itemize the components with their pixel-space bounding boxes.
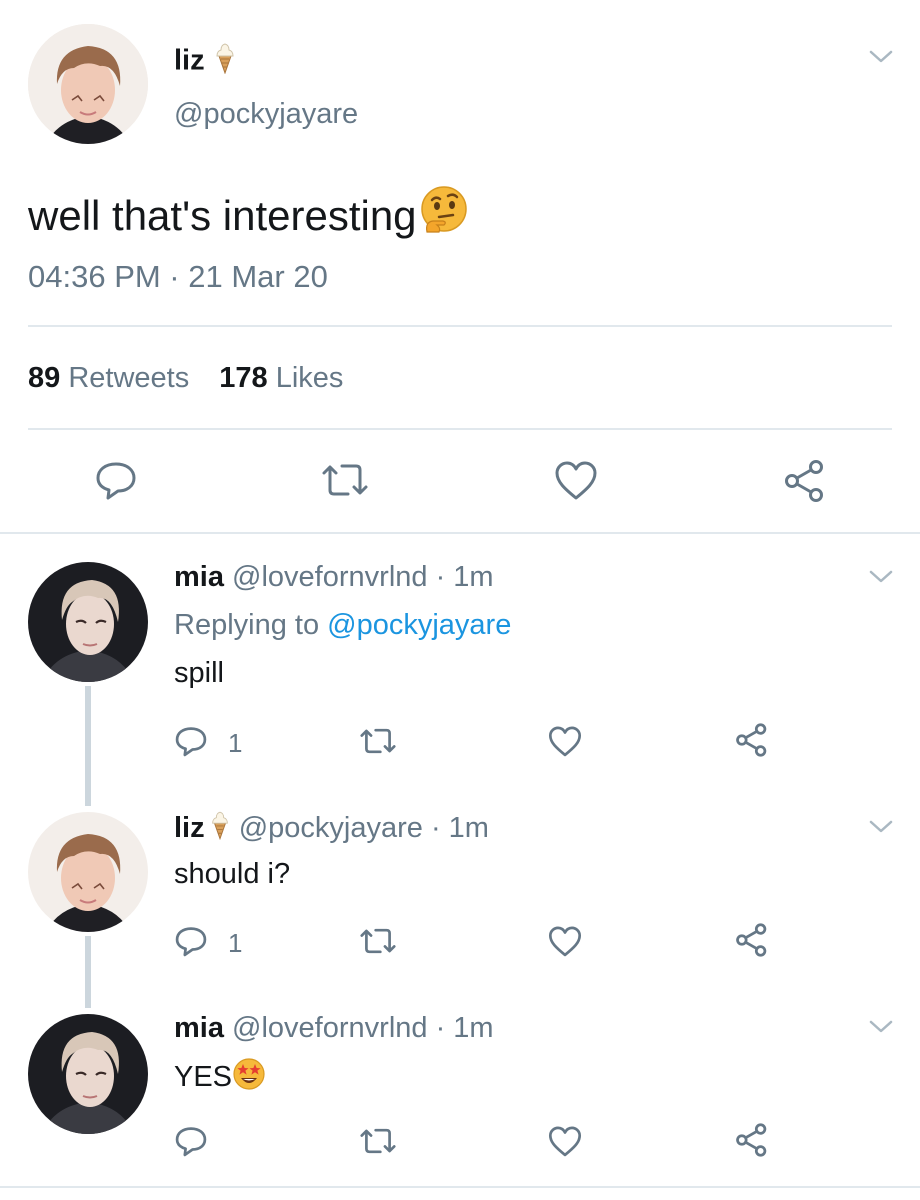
avatar-mia[interactable]	[28, 1014, 148, 1134]
share-icon[interactable]	[734, 1122, 770, 1158]
handle[interactable]: @pockyjayare	[239, 812, 423, 844]
star-struck-emoji	[232, 1057, 266, 1100]
share-icon[interactable]	[782, 458, 828, 504]
handle[interactable]: @lovefornvrlnd	[232, 561, 427, 593]
retweets-stat[interactable]: 89 Retweets	[28, 362, 197, 394]
replying-prefix: Replying to	[174, 609, 320, 641]
reply-text: should i?	[174, 858, 291, 890]
retweet-icon[interactable]	[318, 458, 372, 502]
tweet-text: well that's interesting	[28, 184, 471, 250]
ice-cream-icon	[209, 810, 231, 849]
retweets-label: Retweets	[68, 362, 190, 394]
likes-label: Likes	[275, 362, 344, 394]
divider	[0, 1186, 920, 1188]
reply-icon[interactable]	[94, 458, 138, 502]
divider	[0, 532, 920, 534]
handle[interactable]: @pockyjayare	[174, 96, 358, 132]
reply-icon[interactable]	[174, 924, 208, 958]
likes-stat[interactable]: 178 Likes	[219, 362, 343, 394]
reply-count: 1	[228, 728, 243, 758]
likes-count: 178	[219, 362, 268, 394]
retweet-icon[interactable]	[357, 724, 399, 758]
tweet-text-content: well that's interesting	[28, 192, 417, 239]
like-heart-icon[interactable]	[547, 724, 583, 758]
ice-cream-icon	[213, 42, 237, 82]
like-heart-icon[interactable]	[547, 924, 583, 958]
avatar-liz[interactable]	[28, 24, 148, 144]
chevron-down-icon[interactable]	[868, 568, 894, 586]
reply-header: liz @pockyjayare · 1m	[174, 810, 489, 849]
display-name[interactable]: liz	[174, 812, 205, 844]
share-icon[interactable]	[734, 922, 770, 958]
display-name[interactable]: mia	[174, 1012, 224, 1044]
reply-header: mia @lovefornvrlnd · 1m	[174, 559, 494, 595]
avatar-liz[interactable]	[28, 812, 148, 932]
display-name-text: liz	[174, 44, 205, 77]
reply-text: YES	[174, 1057, 266, 1100]
like-heart-icon[interactable]	[547, 1124, 583, 1158]
display-name[interactable]: liz	[174, 42, 237, 82]
thread-line	[85, 936, 91, 1008]
thinking-face-emoji	[417, 184, 471, 250]
reply-text: spill	[174, 657, 224, 689]
divider	[28, 325, 892, 327]
time: · 1m	[430, 812, 489, 845]
time: · 1m	[435, 1012, 494, 1044]
retweets-count: 89	[28, 362, 61, 394]
retweet-icon[interactable]	[357, 1124, 399, 1158]
display-name[interactable]: mia	[174, 561, 224, 593]
reply-icon[interactable]	[174, 1124, 208, 1158]
retweet-icon[interactable]	[357, 924, 399, 958]
reply-count: 1	[228, 928, 243, 958]
engagement-stats: 89 Retweets 178 Likes	[28, 360, 343, 396]
chevron-down-icon[interactable]	[868, 818, 894, 836]
like-heart-icon[interactable]	[553, 458, 599, 502]
replying-handle-link[interactable]: @pockyjayare	[327, 609, 511, 641]
replying-to: Replying to @pockyjayare	[174, 607, 511, 643]
reply-header: mia @lovefornvrlnd · 1m	[174, 1010, 494, 1046]
handle[interactable]: @lovefornvrlnd	[232, 1012, 427, 1044]
avatar-mia[interactable]	[28, 562, 148, 682]
time: · 1m	[435, 561, 494, 593]
timestamp[interactable]: 04:36 PM · 21 Mar 20	[28, 258, 328, 296]
reply-text-content: YES	[174, 1061, 233, 1093]
thread-line	[85, 686, 91, 806]
share-icon[interactable]	[734, 722, 770, 758]
chevron-down-icon[interactable]	[868, 48, 894, 66]
reply-icon[interactable]	[174, 724, 208, 758]
divider	[28, 428, 892, 430]
chevron-down-icon[interactable]	[868, 1018, 894, 1036]
